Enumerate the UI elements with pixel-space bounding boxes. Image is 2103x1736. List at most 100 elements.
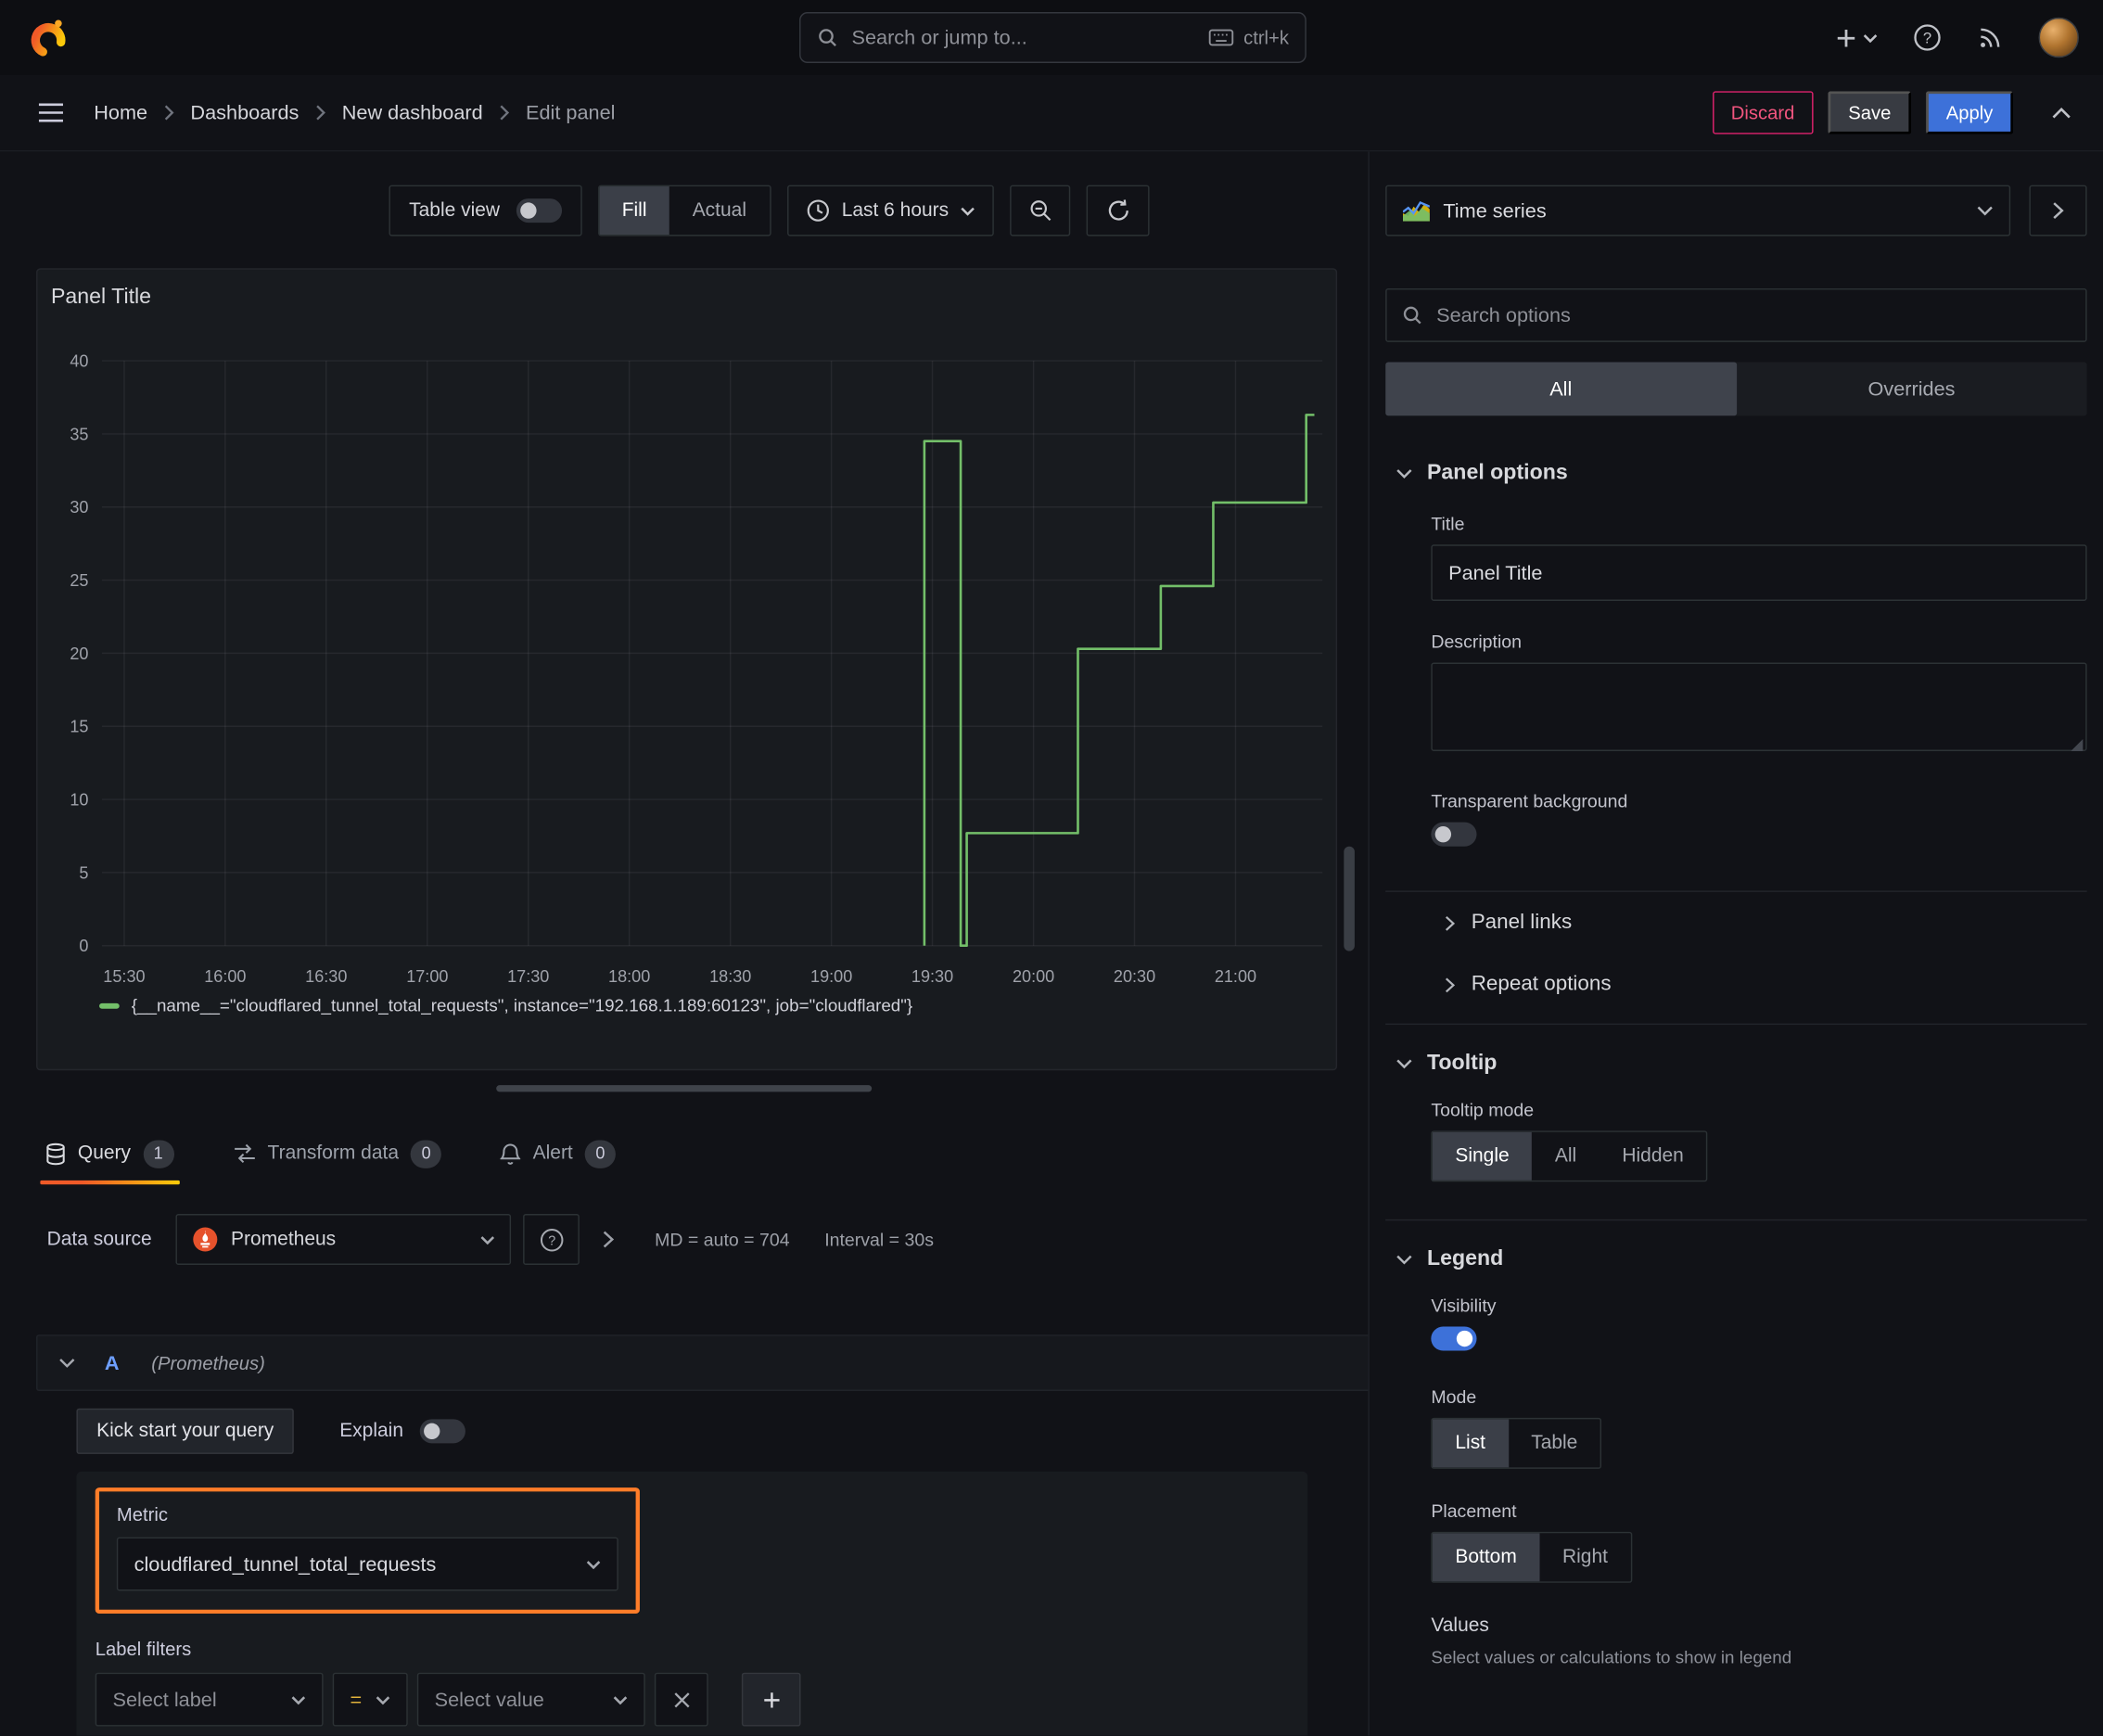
operator-dropdown[interactable]: = bbox=[332, 1672, 408, 1727]
tooltip-header[interactable]: Tooltip bbox=[1385, 1052, 2086, 1076]
operator-value: = bbox=[350, 1688, 363, 1711]
help-button[interactable]: ? bbox=[1913, 23, 1943, 53]
chevron-down-icon[interactable] bbox=[59, 1358, 75, 1369]
collapse-options-button[interactable] bbox=[2046, 101, 2076, 124]
time-range-label: Last 6 hours bbox=[841, 199, 950, 222]
section-divider bbox=[1385, 1023, 2087, 1026]
save-button[interactable]: Save bbox=[1828, 91, 1912, 134]
datasource-name: Prometheus bbox=[231, 1228, 337, 1251]
query-options-expander[interactable] bbox=[603, 1230, 615, 1248]
search-shortcut-label: ctrl+k bbox=[1243, 26, 1290, 49]
panel-title-input[interactable] bbox=[1431, 544, 2087, 601]
panel-links-section[interactable]: Panel links bbox=[1445, 892, 2087, 954]
svg-text:17:00: 17:00 bbox=[406, 967, 448, 986]
plus-icon bbox=[1837, 29, 1855, 46]
resize-grip-icon[interactable] bbox=[2071, 738, 2084, 751]
global-search-input[interactable]: Search or jump to... ctrl+k bbox=[799, 12, 1306, 63]
breadcrumb-home[interactable]: Home bbox=[94, 101, 147, 124]
svg-text:40: 40 bbox=[70, 352, 88, 371]
add-filter-button[interactable] bbox=[741, 1672, 801, 1727]
metric-value: cloudflared_tunnel_total_requests bbox=[134, 1552, 437, 1576]
tooltip-single-option[interactable]: Single bbox=[1432, 1131, 1533, 1181]
actual-option[interactable]: Actual bbox=[669, 186, 769, 235]
tooltip-all-option[interactable]: All bbox=[1532, 1132, 1600, 1181]
breadcrumb-new-dashboard[interactable]: New dashboard bbox=[342, 101, 483, 124]
svg-text:18:30: 18:30 bbox=[709, 967, 751, 986]
time-series-chart[interactable]: 0 5 10 15 20 25 30 35 40 15:30 16:00 16:30 17:00 17:3… bbox=[37, 270, 1338, 1072]
clock-icon bbox=[807, 199, 829, 222]
repeat-options-section[interactable]: Repeat options bbox=[1445, 953, 2087, 1015]
metric-select[interactable]: cloudflared_tunnel_total_requests bbox=[116, 1537, 618, 1591]
description-textarea[interactable] bbox=[1431, 662, 2087, 751]
options-search bbox=[1385, 287, 2087, 342]
legend-right-option[interactable]: Right bbox=[1539, 1533, 1630, 1581]
datasource-label: Data source bbox=[46, 1228, 152, 1251]
database-icon bbox=[46, 1142, 65, 1165]
fill-option[interactable]: Fill bbox=[599, 186, 670, 236]
datasource-help-button[interactable]: ? bbox=[523, 1214, 580, 1265]
chevron-down-icon bbox=[586, 1560, 601, 1569]
grafana-logo-icon[interactable] bbox=[27, 16, 70, 58]
legend-bottom-option[interactable]: Bottom bbox=[1432, 1533, 1540, 1582]
alert-count-badge: 0 bbox=[584, 1139, 617, 1168]
svg-text:30: 30 bbox=[70, 498, 88, 517]
panel-options-header-label: Panel options bbox=[1426, 461, 1568, 485]
title-label: Title bbox=[1431, 513, 1465, 534]
editor-tabs: Query 1 Transform data 0 Alert 0 bbox=[40, 1123, 620, 1185]
datasource-picker[interactable]: Prometheus bbox=[175, 1214, 512, 1265]
transparent-background-label: Transparent background bbox=[1431, 791, 1628, 812]
pane-resize-handle[interactable] bbox=[496, 1085, 873, 1092]
question-circle-icon: ? bbox=[540, 1228, 563, 1251]
toggle-viz-pane-button[interactable] bbox=[2029, 185, 2087, 236]
plus-icon bbox=[763, 1691, 779, 1707]
explain-toggle[interactable] bbox=[419, 1419, 465, 1444]
discard-button[interactable]: Discard bbox=[1712, 91, 1814, 134]
breadcrumb: Home Dashboards New dashboard Edit panel bbox=[94, 101, 615, 124]
transform-icon bbox=[234, 1143, 255, 1164]
transparent-background-toggle[interactable] bbox=[1431, 822, 1477, 847]
angle-right-icon bbox=[604, 1231, 615, 1248]
panel-options-sidebar: Time series All Overrides Pa bbox=[1368, 151, 2103, 1736]
table-view-control: Table view bbox=[389, 185, 582, 236]
legend-list-option[interactable]: List bbox=[1432, 1419, 1509, 1468]
chevron-down-icon bbox=[480, 1235, 495, 1245]
refresh-button[interactable] bbox=[1087, 185, 1151, 236]
news-button[interactable] bbox=[1977, 24, 2004, 51]
legend-series[interactable]: {__name__="cloudflared_tunnel_total_requ… bbox=[99, 995, 912, 1015]
tab-overrides[interactable]: Overrides bbox=[1736, 363, 2086, 416]
legend-table-option[interactable]: Table bbox=[1509, 1419, 1600, 1467]
tab-transform-data[interactable]: Transform data 0 bbox=[227, 1123, 447, 1185]
legend-header[interactable]: Legend bbox=[1385, 1247, 2086, 1271]
scrollbar-thumb[interactable] bbox=[1344, 846, 1355, 951]
legend-visibility-toggle[interactable] bbox=[1431, 1326, 1477, 1351]
new-menu-button[interactable] bbox=[1835, 26, 1878, 49]
chevron-down-icon bbox=[613, 1695, 628, 1704]
options-search-input[interactable] bbox=[1436, 303, 2071, 327]
chevron-right-icon bbox=[315, 105, 326, 121]
user-avatar[interactable] bbox=[2038, 17, 2079, 58]
breadcrumb-dashboards[interactable]: Dashboards bbox=[190, 101, 299, 124]
keyboard-icon bbox=[1208, 28, 1234, 46]
tooltip-hidden-option[interactable]: Hidden bbox=[1600, 1132, 1707, 1181]
tab-query[interactable]: Query 1 bbox=[40, 1123, 179, 1185]
breadcrumb-edit-panel: Edit panel bbox=[525, 101, 616, 124]
search-icon bbox=[1402, 304, 1423, 326]
time-range-picker[interactable]: Last 6 hours bbox=[786, 185, 995, 236]
zoom-out-button[interactable] bbox=[1010, 185, 1071, 236]
tab-alert[interactable]: Alert 0 bbox=[495, 1123, 621, 1185]
tab-all[interactable]: All bbox=[1385, 362, 1737, 416]
legend-placement-segmented: Bottom Right bbox=[1431, 1531, 1633, 1583]
table-view-toggle[interactable] bbox=[516, 198, 562, 223]
kick-start-query-button[interactable]: Kick start your query bbox=[76, 1408, 295, 1454]
select-value-dropdown[interactable]: Select value bbox=[416, 1672, 645, 1727]
remove-filter-button[interactable] bbox=[654, 1672, 708, 1727]
menu-toggle-button[interactable] bbox=[30, 94, 72, 131]
apply-button[interactable]: Apply bbox=[1926, 91, 2014, 134]
section-divider bbox=[1385, 1219, 2087, 1221]
edit-panel-content: Table view Fill Actual Last 6 hours Pane… bbox=[0, 151, 2103, 1736]
panel-options-header[interactable]: Panel options bbox=[1385, 462, 2086, 486]
options-tab-bar: All Overrides bbox=[1385, 362, 2087, 416]
visualization-picker[interactable]: Time series bbox=[1385, 185, 2011, 236]
select-label-dropdown[interactable]: Select label bbox=[95, 1672, 324, 1727]
refresh-icon bbox=[1108, 199, 1128, 221]
